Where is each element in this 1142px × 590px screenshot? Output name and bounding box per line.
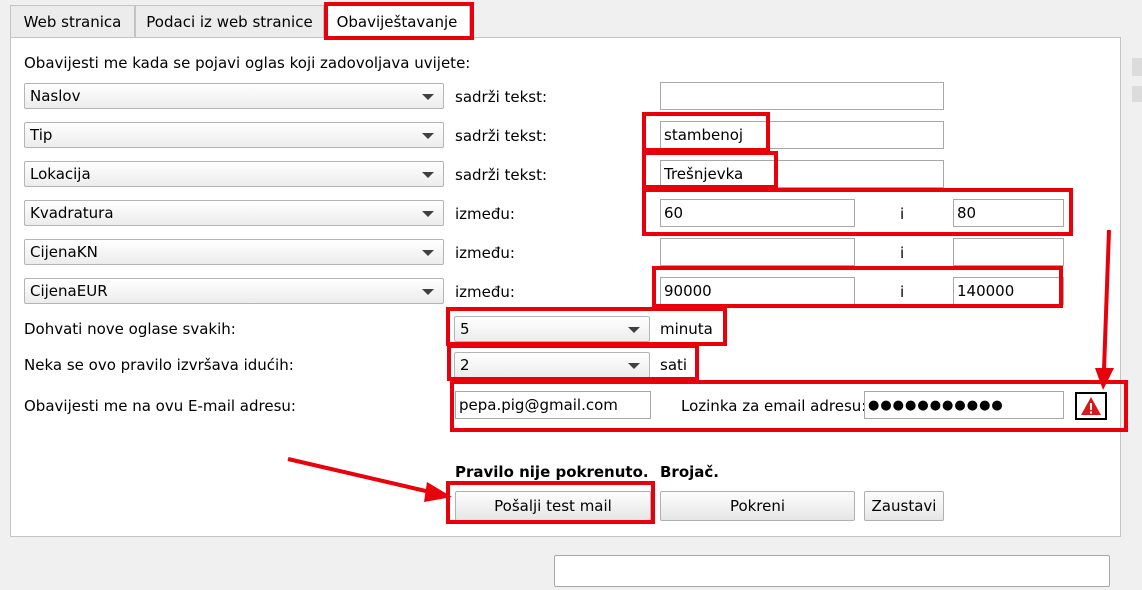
start-button[interactable]: Pokreni bbox=[660, 491, 855, 521]
chevron-down-icon bbox=[628, 327, 640, 333]
field-select-naslov[interactable]: Naslov bbox=[24, 83, 444, 109]
tab-podaci-iz-web-stranice[interactable]: Podaci iz web stranice bbox=[135, 5, 324, 38]
warning-button[interactable] bbox=[1075, 392, 1107, 420]
interval-select[interactable]: 5 bbox=[454, 316, 650, 342]
stop-button[interactable]: Zaustavi bbox=[864, 491, 944, 521]
field-select-cijenakn[interactable]: CijenaKN bbox=[24, 239, 444, 265]
duration-label: Neka se ovo pravilo izvršava idućih: bbox=[24, 356, 294, 374]
email-label: Obavijesti me na ovu E-mail adresu: bbox=[24, 397, 296, 415]
chevron-down-icon bbox=[422, 133, 434, 139]
condition-label: između: bbox=[455, 283, 515, 301]
tab-web-stranica[interactable]: Web stranica bbox=[10, 5, 135, 38]
cijenakn-to-input[interactable] bbox=[953, 238, 1064, 266]
chevron-down-icon bbox=[422, 94, 434, 100]
combo-value: 5 bbox=[460, 320, 470, 338]
combo-value: Tip bbox=[30, 126, 53, 144]
combo-value: Lokacija bbox=[30, 165, 91, 183]
combo-value: CijenaEUR bbox=[30, 282, 108, 300]
combo-value: CijenaKN bbox=[30, 243, 98, 261]
chevron-down-icon bbox=[422, 289, 434, 295]
rule-status: Pravilo nije pokrenuto. bbox=[455, 463, 649, 481]
condition-label: sadrži tekst: bbox=[455, 88, 548, 106]
combo-value: Naslov bbox=[30, 87, 81, 105]
kvadratura-to-input[interactable] bbox=[953, 199, 1064, 227]
chevron-down-icon bbox=[422, 211, 434, 217]
status-bar-field[interactable] bbox=[554, 555, 1110, 587]
field-select-cijenaeur[interactable]: CijenaEUR bbox=[24, 278, 444, 304]
send-test-mail-button[interactable]: Pošalji test mail bbox=[455, 491, 651, 521]
chevron-down-icon bbox=[628, 363, 640, 369]
condition-label: sadrži tekst: bbox=[455, 166, 548, 184]
cijenakn-from-input[interactable] bbox=[660, 238, 855, 266]
warning-triangle-icon bbox=[1081, 397, 1101, 415]
tab-label: Web stranica bbox=[23, 13, 122, 31]
condition-label: između: bbox=[455, 205, 515, 223]
duration-unit: sati bbox=[660, 356, 688, 374]
naslov-text-input[interactable] bbox=[660, 82, 944, 110]
window-edge-handle bbox=[1132, 58, 1142, 76]
password-field[interactable] bbox=[864, 391, 1064, 419]
duration-select[interactable]: 2 bbox=[454, 352, 650, 378]
interval-unit: minuta bbox=[660, 320, 713, 338]
cijenaeur-from-input[interactable] bbox=[660, 277, 855, 305]
tab-obavjestavanje[interactable]: Obaviještavanje bbox=[324, 4, 470, 39]
field-select-kvadratura[interactable]: Kvadratura bbox=[24, 200, 444, 226]
tab-label: Obaviještavanje bbox=[336, 13, 458, 31]
range-and-label: i bbox=[900, 283, 905, 301]
lokacija-text-input[interactable] bbox=[660, 160, 944, 188]
interval-label: Dohvati nove oglase svakih: bbox=[24, 320, 236, 338]
condition-label: sadrži tekst: bbox=[455, 127, 548, 145]
condition-label: između: bbox=[455, 244, 515, 262]
field-select-tip[interactable]: Tip bbox=[24, 122, 444, 148]
chevron-down-icon bbox=[422, 250, 434, 256]
tip-text-input[interactable] bbox=[660, 121, 944, 149]
range-and-label: i bbox=[900, 244, 905, 262]
range-and-label: i bbox=[900, 205, 905, 223]
cijenaeur-to-input[interactable] bbox=[953, 277, 1064, 305]
kvadratura-from-input[interactable] bbox=[660, 199, 855, 227]
password-label: Lozinka za email adresu: bbox=[681, 397, 867, 415]
combo-value: Kvadratura bbox=[30, 204, 114, 222]
email-field[interactable] bbox=[455, 391, 651, 419]
counter-status: Brojač. bbox=[660, 463, 719, 481]
window-edge-handle bbox=[1132, 86, 1142, 102]
tab-label: Podaci iz web stranice bbox=[146, 13, 313, 31]
field-select-lokacija[interactable]: Lokacija bbox=[24, 161, 444, 187]
form-heading: Obavijesti me kada se pojavi oglas koji … bbox=[24, 54, 471, 72]
chevron-down-icon bbox=[422, 172, 434, 178]
combo-value: 2 bbox=[460, 356, 470, 374]
